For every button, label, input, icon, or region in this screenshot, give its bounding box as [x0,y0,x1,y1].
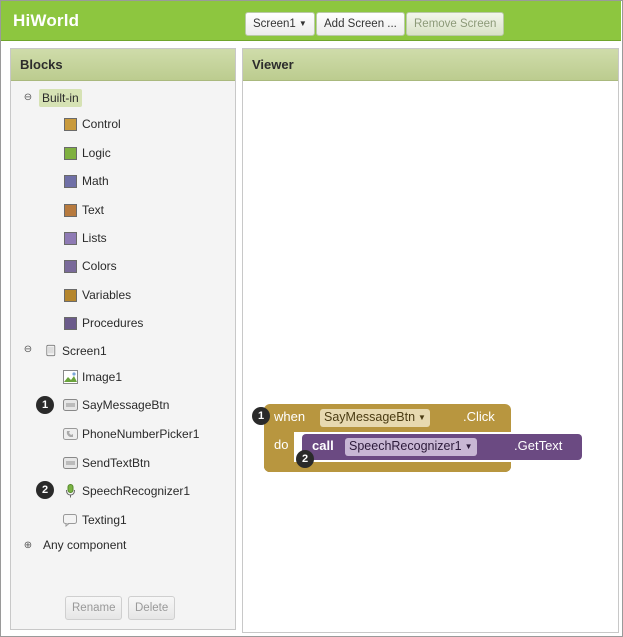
top-bar: HiWorld Screen1 ▼ Add Screen ... Remove S… [1,1,621,41]
component-saymessagebtn[interactable]: SayMessageBtn [63,398,169,412]
remove-screen-button[interactable]: Remove Screen [406,12,505,36]
builtin-item-label: Text [82,203,105,217]
builtin-item-variables[interactable]: Variables [64,288,131,302]
call-component-dropdown[interactable]: SpeechRecognizer1 ▼ [345,438,477,456]
chevron-down-icon: ▼ [464,442,473,451]
when-keyword: when [274,409,306,424]
builtin-item-lists[interactable]: Lists [64,231,107,245]
rename-button[interactable]: Rename [65,596,123,620]
chevron-down-icon: ▼ [418,413,426,422]
event-component-dropdown[interactable]: SayMessageBtn ▼ [320,409,430,427]
builtin-item-label: Colors [82,259,117,273]
component-image1[interactable]: Image1 [63,370,122,384]
delete-button[interactable]: Delete [128,596,176,620]
method-name: .GetText [514,438,563,453]
screen-select-button[interactable]: Screen1 ▼ [245,12,315,36]
screen-select-label: Screen1 [253,18,296,30]
builtin-item-math[interactable]: Math [64,174,109,188]
builtin-item-label: Lists [82,231,107,245]
tree-any-component[interactable]: Any component [43,538,126,552]
tree-screen1[interactable]: Screen1 [46,343,107,358]
app-title: HiWorld [13,11,80,30]
component-phonenumberpicker1[interactable]: PhoneNumberPicker1 [63,427,199,441]
math-color-icon [64,174,77,188]
component-label: SayMessageBtn [82,398,170,412]
expand-any-component-icon[interactable]: ⊕ [23,541,33,551]
variables-color-icon [64,288,77,302]
chevron-down-icon: ▼ [298,19,307,28]
callout-badge-2-viewer: 2 [296,450,314,468]
component-sendtextbtn[interactable]: SendTextBtn [63,456,150,470]
image-icon [63,370,78,384]
event-component-label: SayMessageBtn [324,410,416,424]
component-speechrecognizer1[interactable]: SpeechRecognizer1 [63,484,190,498]
component-label: PhoneNumberPicker1 [82,427,200,441]
callout-badge-1: 1 [36,396,54,414]
logic-color-icon [64,146,77,160]
texting-icon [63,514,77,527]
call-component-label: SpeechRecognizer1 [349,439,462,453]
builtin-item-text[interactable]: Text [64,203,104,217]
component-label: SendTextBtn [82,456,151,470]
add-screen-button[interactable]: Add Screen ... [316,12,405,36]
button-icon [63,457,78,469]
button-icon [63,399,78,411]
builtin-item-control[interactable]: Control [64,117,121,131]
event-name: .Click [463,409,495,424]
colors-color-icon [64,259,77,273]
microphone-icon [66,484,75,498]
builtin-item-label: Logic [82,146,111,160]
call-keyword: call [312,438,334,453]
component-texting1[interactable]: Texting1 [63,513,127,527]
procedures-color-icon [64,316,77,330]
viewer-panel[interactable]: Viewer [242,48,619,633]
control-color-icon [64,117,77,131]
collapse-screen-icon[interactable]: ⊖ [23,345,33,355]
component-label: Texting1 [82,513,127,527]
viewer-panel-title: Viewer [243,49,618,81]
builtin-item-logic[interactable]: Logic [64,146,111,160]
builtin-item-label: Variables [82,288,132,302]
text-color-icon [64,203,77,217]
builtin-item-colors[interactable]: Colors [64,259,117,273]
blocks-panel-title: Blocks [11,49,235,81]
builtin-label: Built-in [39,89,82,107]
component-label: SpeechRecognizer1 [82,484,191,498]
builtin-item-label: Control [82,117,121,131]
builtin-item-procedures[interactable]: Procedures [64,316,143,330]
screen-label: Screen1 [62,343,107,358]
lists-color-icon [64,231,77,245]
builtin-item-label: Math [82,174,109,188]
collapse-builtin-icon[interactable]: ⊖ [23,93,33,103]
do-keyword: do [274,437,289,452]
component-label: Image1 [82,370,123,384]
any-component-label: Any component [43,538,127,552]
callout-badge-1-viewer: 1 [252,407,270,425]
phone-picker-icon [63,428,78,440]
builtin-item-label: Procedures [82,316,144,330]
screen-icon [46,344,56,357]
callout-badge-2: 2 [36,481,54,499]
tree-builtin[interactable]: Built-in [39,89,82,107]
